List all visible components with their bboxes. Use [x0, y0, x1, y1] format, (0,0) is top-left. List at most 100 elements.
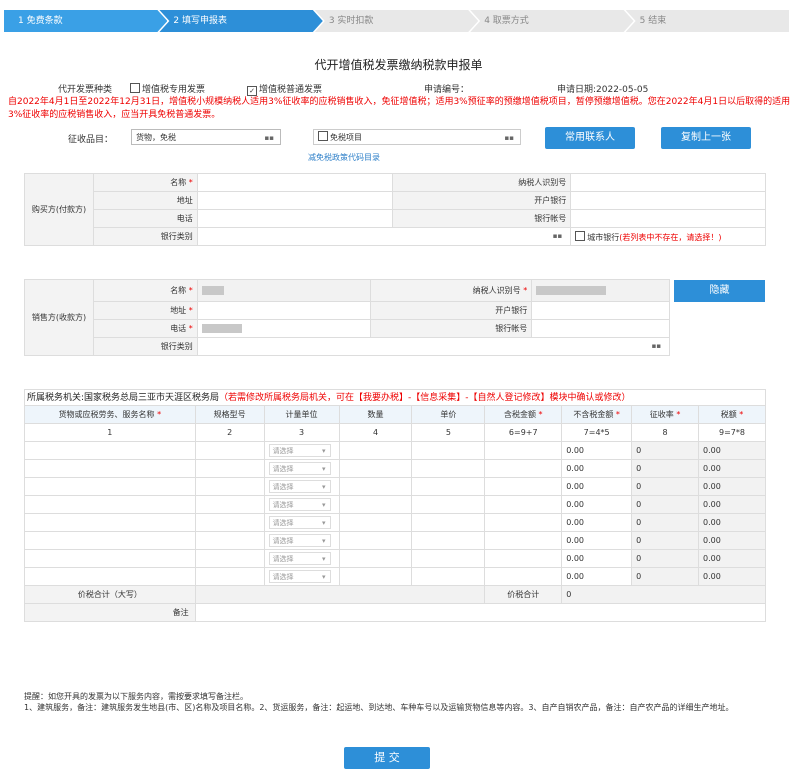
goods-input-cell[interactable]: [338, 477, 413, 496]
goods-input-cell[interactable]: [484, 477, 563, 496]
goods-input-cell[interactable]: [24, 513, 196, 532]
goods-input-cell[interactable]: [411, 441, 486, 460]
hint-text: 提醒：如您开具的发票为以下服务内容，需按要求填写备注栏。 1、建筑服务，备注：建…: [24, 691, 774, 713]
buyer-phone-field[interactable]: [196, 209, 394, 228]
goods-input-cell[interactable]: [194, 495, 265, 514]
goods-input-cell[interactable]: [338, 441, 413, 460]
unit-select[interactable]: 请选择 ▾: [268, 552, 331, 565]
goods-input-cell[interactable]: [338, 549, 413, 568]
checkbox-icon[interactable]: [318, 131, 328, 141]
goods-input-cell[interactable]: [194, 549, 265, 568]
goods-input-cell[interactable]: [194, 459, 265, 478]
seller-phone-field[interactable]: [196, 319, 371, 338]
unit-select[interactable]: 请选择 ▾: [268, 570, 331, 583]
goods-input-cell[interactable]: [24, 459, 196, 478]
goods-input-cell[interactable]: [411, 513, 486, 532]
unit-select[interactable]: 请选择 ▾: [268, 534, 331, 547]
hide-button[interactable]: 隐藏: [674, 279, 765, 302]
seller-address-field[interactable]: [196, 301, 371, 320]
unit-select-cell[interactable]: 请选择 ▾: [263, 513, 340, 532]
option-normal-invoice[interactable]: ✓ 增值税普通发票: [247, 82, 322, 96]
exempt-item-select[interactable]: 免税项目 ▪▪: [313, 129, 521, 145]
unit-select[interactable]: 请选择 ▾: [268, 480, 331, 493]
seller-name-field[interactable]: [196, 279, 371, 302]
buyer-taxid-field[interactable]: [570, 173, 766, 192]
goods-input-cell[interactable]: [484, 441, 563, 460]
unit-select-cell[interactable]: 请选择 ▾: [263, 477, 340, 496]
buyer-name-field[interactable]: [196, 173, 394, 192]
unit-select-cell[interactable]: 请选择 ▾: [263, 567, 340, 586]
goods-input-cell[interactable]: [411, 495, 486, 514]
checkbox-checked-icon[interactable]: ✓: [247, 86, 257, 96]
dropdown-arrow-icon: ▪▪: [651, 342, 662, 350]
goods-input-cell[interactable]: [24, 495, 196, 514]
buyer-bank-type-select[interactable]: ▪▪: [196, 227, 572, 246]
goods-column-number: 2: [194, 423, 265, 442]
goods-header-cell: 含税金额 *: [484, 405, 563, 424]
unit-select-cell[interactable]: 请选择 ▾: [263, 441, 340, 460]
unit-select-cell[interactable]: 请选择 ▾: [263, 531, 340, 550]
submit-button[interactable]: 提 交: [344, 747, 430, 769]
goods-input-cell[interactable]: [338, 495, 413, 514]
unit-select[interactable]: 请选择 ▾: [268, 516, 331, 529]
seller-account-field[interactable]: [531, 319, 671, 338]
goods-input-cell[interactable]: [194, 567, 265, 586]
tax-office-bar: 所属税务机关:国家税务总局三亚市天涯区税务局（若需修改所属税务局机关，可在【我要…: [24, 389, 766, 405]
goods-input-cell[interactable]: [484, 513, 563, 532]
goods-input-cell[interactable]: [338, 459, 413, 478]
unit-select[interactable]: 请选择 ▾: [268, 462, 331, 475]
seller-taxid-field[interactable]: [531, 279, 671, 302]
unit-select-cell[interactable]: 请选择 ▾: [263, 459, 340, 478]
remark-field[interactable]: [194, 603, 767, 622]
goods-input-cell[interactable]: [484, 531, 563, 550]
goods-input-cell[interactable]: [338, 531, 413, 550]
goods-input-cell[interactable]: [484, 567, 563, 586]
buyer-address-field[interactable]: [196, 191, 394, 210]
seller-bank-type-select[interactable]: ▪▪: [196, 337, 671, 356]
option-special-invoice[interactable]: 增值税专用发票: [130, 82, 205, 95]
goods-input-cell[interactable]: [484, 495, 563, 514]
goods-input-cell[interactable]: [484, 549, 563, 568]
goods-column-number: 7=4*5: [561, 423, 633, 442]
goods-input-cell[interactable]: [194, 441, 265, 460]
goods-input-cell[interactable]: [24, 477, 196, 496]
goods-input-cell[interactable]: [24, 531, 196, 550]
goods-column-number: 5: [411, 423, 486, 442]
city-bank-option[interactable]: 城市银行(若列表中不存在，请选择！): [570, 227, 766, 246]
unit-select-cell[interactable]: 请选择 ▾: [263, 549, 340, 568]
goods-input-cell[interactable]: [24, 441, 196, 460]
checkbox-icon[interactable]: [575, 230, 586, 241]
goods-header-cell: 不含税金额 *: [561, 405, 633, 424]
copy-previous-button[interactable]: 复制上一张: [661, 127, 751, 149]
tax-amount: 0.00: [698, 477, 766, 496]
goods-input-cell[interactable]: [194, 531, 265, 550]
goods-header-cell: 税额 *: [698, 405, 766, 424]
buyer-bank-field[interactable]: [570, 191, 766, 210]
goods-input-cell[interactable]: [24, 549, 196, 568]
goods-input-cell[interactable]: [411, 549, 486, 568]
goods-input-cell[interactable]: [411, 567, 486, 586]
goods-input-cell[interactable]: [24, 567, 196, 586]
exempt-policy-code-link[interactable]: 减免税政策代码目录: [308, 152, 380, 163]
goods-row: 请选择 ▾ 0.00 0 0.00: [24, 441, 766, 460]
goods-input-cell[interactable]: [338, 513, 413, 532]
common-contacts-button[interactable]: 常用联系人: [545, 127, 635, 149]
goods-header-cell: 单价: [411, 405, 486, 424]
tax-item-select[interactable]: 货物，免税 ▪▪: [131, 129, 281, 145]
goods-input-cell[interactable]: [194, 513, 265, 532]
unit-select[interactable]: 请选择 ▾: [268, 498, 331, 511]
unit-select-cell[interactable]: 请选择 ▾: [263, 495, 340, 514]
goods-input-cell[interactable]: [411, 459, 486, 478]
amount-excl-tax: 0.00: [561, 495, 633, 514]
unit-select[interactable]: 请选择 ▾: [268, 444, 331, 457]
buyer-account-field[interactable]: [570, 209, 766, 228]
goods-input-cell[interactable]: [411, 477, 486, 496]
tax-rate: 0: [631, 441, 700, 460]
goods-input-cell[interactable]: [484, 459, 563, 478]
checkbox-icon[interactable]: [130, 83, 140, 93]
goods-header-cell: 数量: [338, 405, 413, 424]
seller-bank-field[interactable]: [531, 301, 671, 320]
goods-input-cell[interactable]: [194, 477, 265, 496]
goods-input-cell[interactable]: [411, 531, 486, 550]
goods-input-cell[interactable]: [338, 567, 413, 586]
